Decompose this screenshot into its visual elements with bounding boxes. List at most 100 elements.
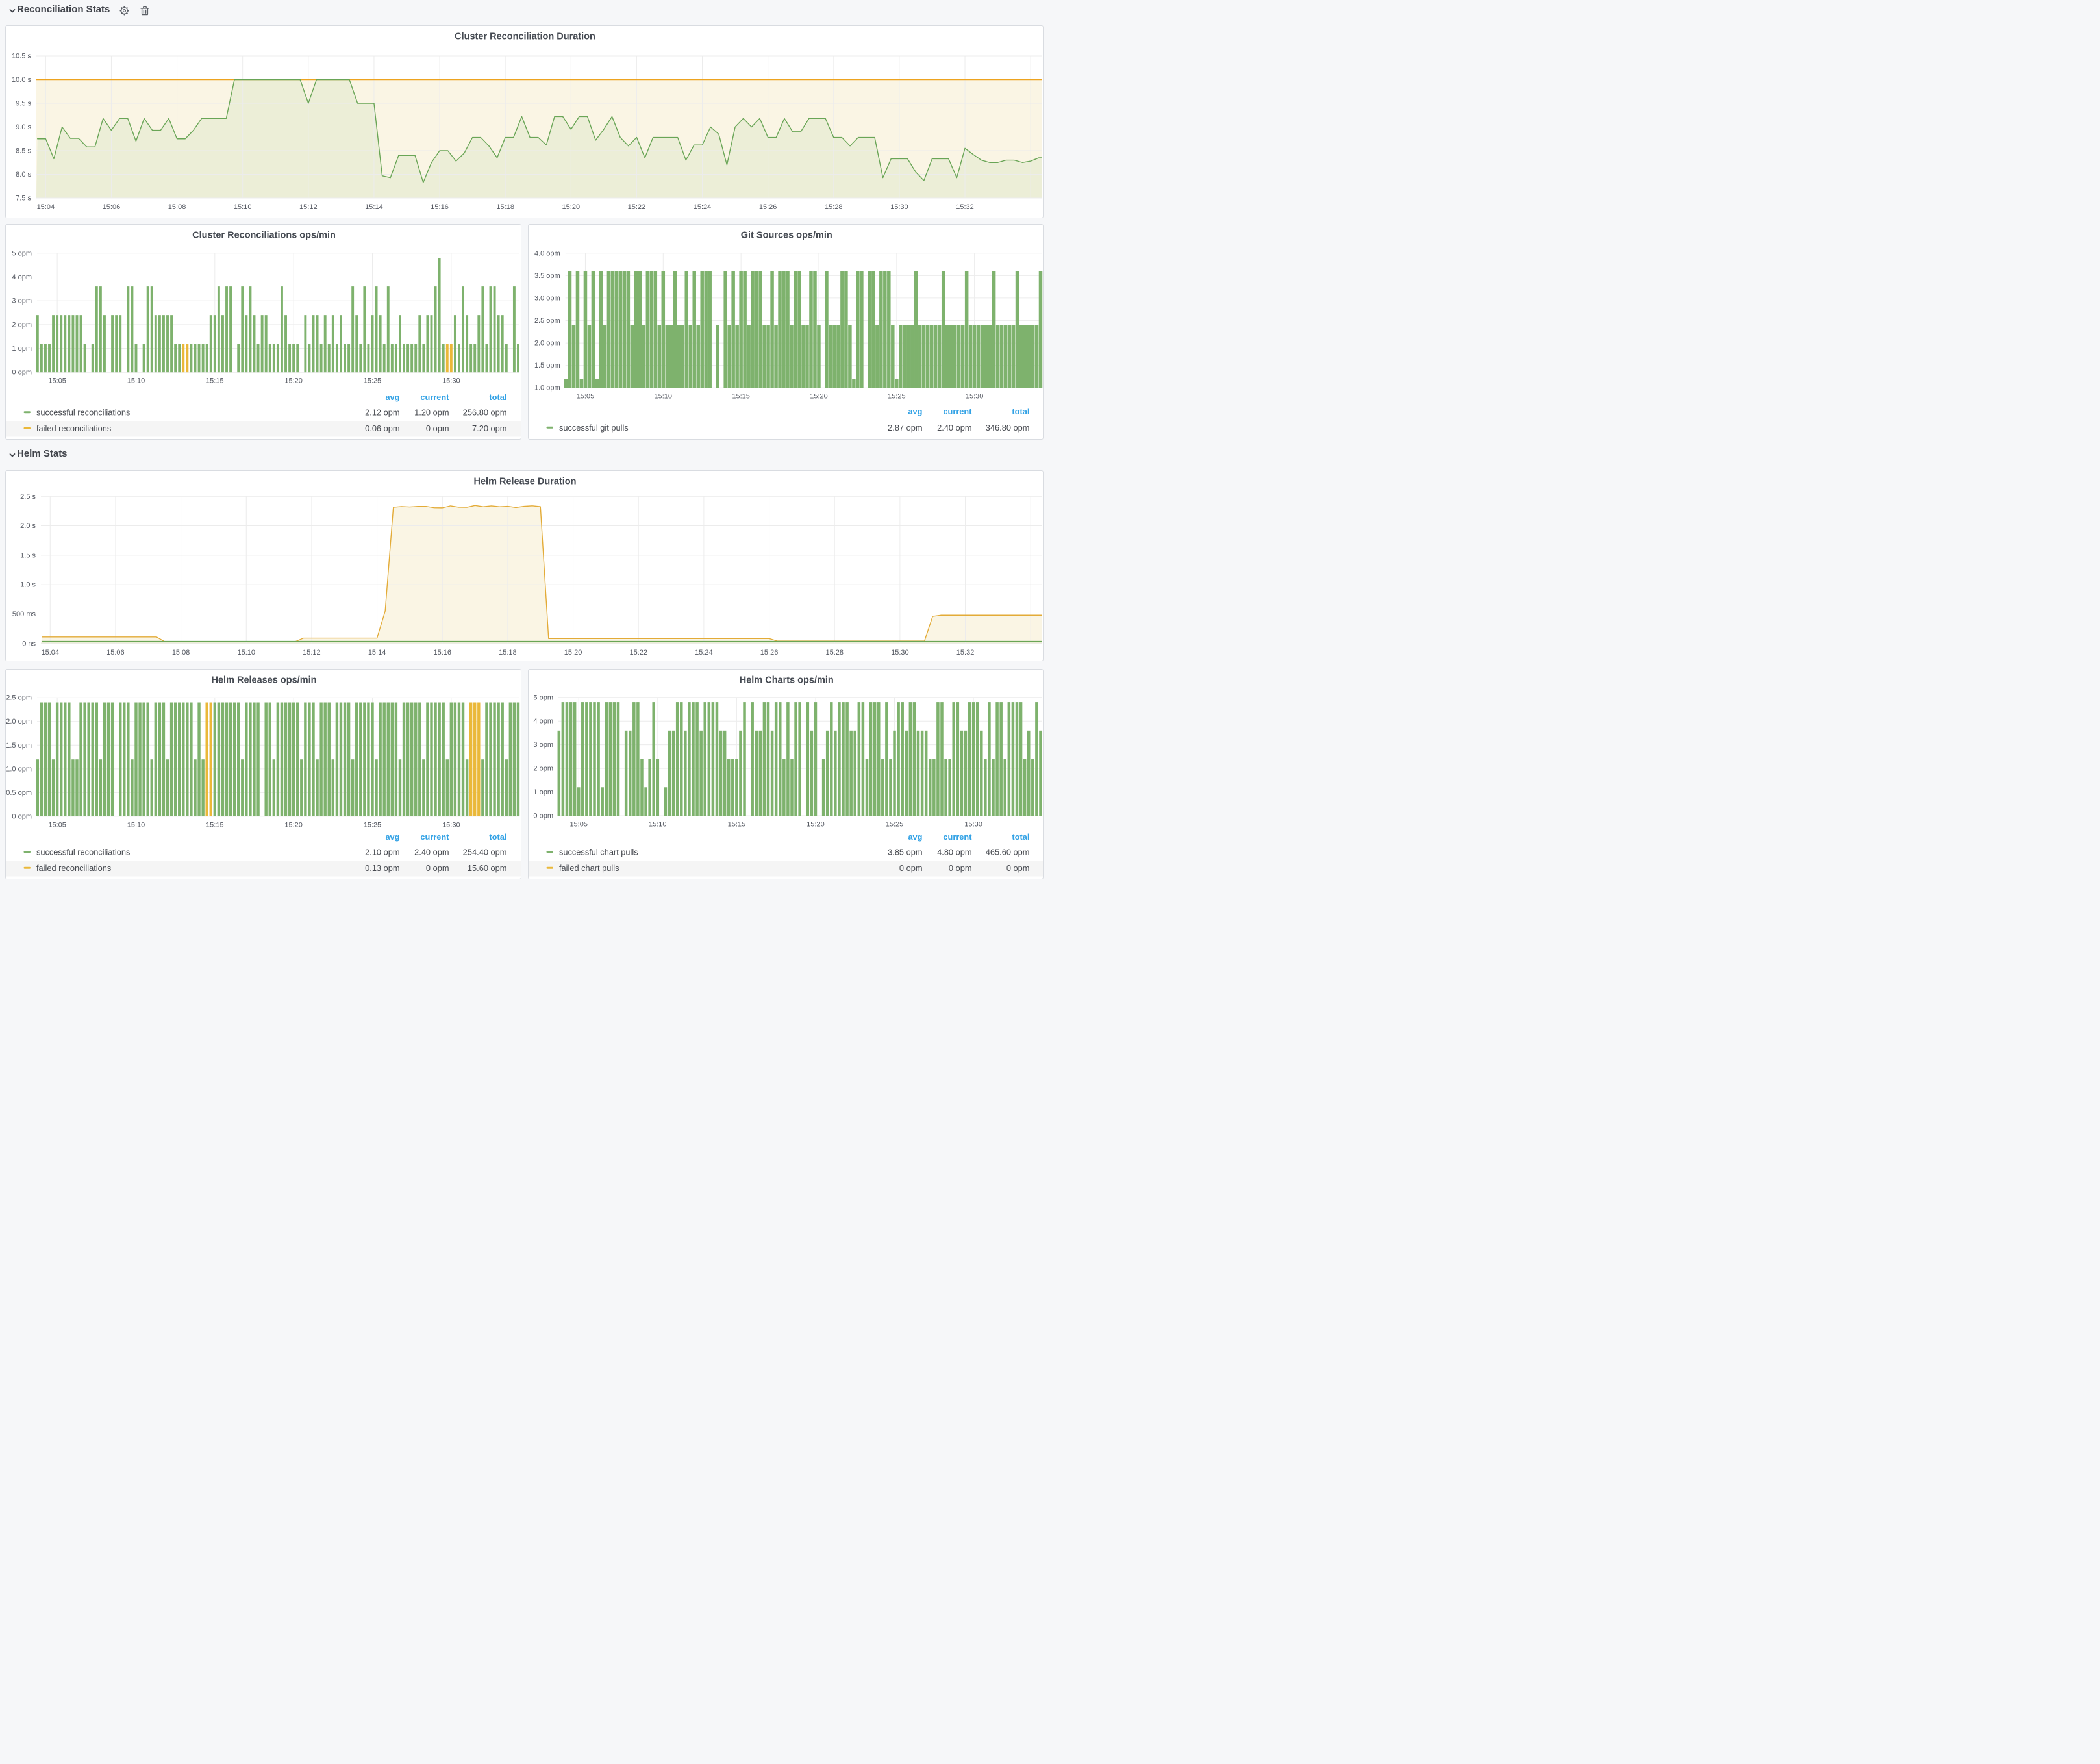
svg-text:2.87 opm: 2.87 opm — [888, 423, 922, 433]
svg-text:2.5 opm: 2.5 opm — [6, 694, 32, 702]
svg-text:15:05: 15:05 — [576, 393, 594, 401]
svg-text:15:25: 15:25 — [364, 821, 382, 829]
svg-text:5 opm: 5 opm — [12, 249, 32, 257]
svg-text:15:25: 15:25 — [888, 393, 906, 401]
svg-text:9.5 s: 9.5 s — [16, 100, 31, 108]
svg-text:15:14: 15:14 — [365, 203, 383, 211]
svg-text:500 ms: 500 ms — [12, 611, 36, 618]
svg-text:15:22: 15:22 — [628, 203, 646, 211]
svg-text:successful git pulls: successful git pulls — [559, 423, 629, 433]
svg-text:15:20: 15:20 — [284, 377, 303, 385]
svg-text:15:10: 15:10 — [234, 203, 252, 211]
svg-text:Helm Charts ops/min: Helm Charts ops/min — [739, 675, 833, 686]
svg-text:15:30: 15:30 — [891, 649, 909, 657]
svg-text:15:04: 15:04 — [37, 203, 55, 211]
svg-text:Cluster Reconciliation Duratio: Cluster Reconciliation Duration — [455, 32, 595, 42]
svg-text:15:24: 15:24 — [694, 203, 712, 211]
svg-text:15:30: 15:30 — [890, 203, 908, 211]
svg-text:1 opm: 1 opm — [533, 788, 553, 796]
svg-text:15:24: 15:24 — [695, 649, 713, 657]
svg-text:15:12: 15:12 — [299, 203, 318, 211]
svg-text:2.40 opm: 2.40 opm — [937, 423, 971, 433]
svg-text:5 opm: 5 opm — [533, 694, 553, 701]
svg-text:10.5 s: 10.5 s — [12, 53, 31, 60]
svg-text:2 opm: 2 opm — [12, 321, 32, 329]
svg-text:0 opm: 0 opm — [1006, 863, 1029, 873]
svg-text:3 opm: 3 opm — [12, 297, 32, 305]
svg-text:1.20 opm: 1.20 opm — [414, 408, 449, 418]
svg-text:avg: avg — [908, 407, 922, 416]
svg-text:2.0 opm: 2.0 opm — [534, 340, 560, 347]
svg-text:15:06: 15:06 — [106, 649, 125, 657]
svg-text:15:15: 15:15 — [206, 821, 224, 829]
svg-text:8.0 s: 8.0 s — [16, 171, 31, 179]
svg-text:2.40 opm: 2.40 opm — [414, 848, 449, 857]
svg-text:2.5 s: 2.5 s — [20, 493, 36, 501]
svg-text:15:06: 15:06 — [103, 203, 121, 211]
svg-text:8.5 s: 8.5 s — [16, 147, 31, 155]
svg-text:15:32: 15:32 — [956, 203, 974, 211]
svg-text:15:30: 15:30 — [442, 821, 460, 829]
svg-text:Helm Release Duration: Helm Release Duration — [474, 477, 577, 487]
svg-text:0 opm: 0 opm — [426, 423, 449, 433]
svg-text:15:05: 15:05 — [569, 821, 588, 829]
svg-text:3 opm: 3 opm — [533, 741, 553, 749]
svg-text:15:10: 15:10 — [649, 821, 667, 829]
svg-text:successful reconciliations: successful reconciliations — [36, 408, 130, 418]
svg-text:7.20 opm: 7.20 opm — [472, 423, 506, 433]
svg-text:1.0 s: 1.0 s — [20, 581, 36, 589]
svg-text:2.0 s: 2.0 s — [20, 522, 36, 530]
svg-text:15:20: 15:20 — [810, 393, 828, 401]
svg-text:15:12: 15:12 — [303, 649, 321, 657]
svg-text:15:28: 15:28 — [825, 203, 843, 211]
svg-text:avg: avg — [385, 392, 399, 402]
svg-text:4 opm: 4 opm — [12, 273, 32, 281]
svg-text:15:10: 15:10 — [654, 393, 672, 401]
svg-text:15:26: 15:26 — [760, 649, 779, 657]
svg-text:2.12 opm: 2.12 opm — [365, 408, 399, 418]
svg-text:4.80 opm: 4.80 opm — [937, 848, 971, 857]
svg-text:15:16: 15:16 — [433, 649, 451, 657]
svg-text:0 opm: 0 opm — [12, 369, 32, 377]
svg-text:15:30: 15:30 — [965, 393, 983, 401]
svg-text:15:15: 15:15 — [206, 377, 224, 385]
svg-text:1.0 opm: 1.0 opm — [6, 765, 32, 773]
svg-text:0 opm: 0 opm — [899, 863, 922, 873]
svg-text:15:20: 15:20 — [806, 821, 825, 829]
svg-text:Git Sources ops/min: Git Sources ops/min — [740, 231, 832, 241]
svg-text:15.60 opm: 15.60 opm — [468, 863, 506, 873]
svg-text:15:20: 15:20 — [564, 649, 582, 657]
svg-text:current: current — [420, 392, 449, 402]
svg-text:15:04: 15:04 — [41, 649, 59, 657]
svg-text:1.0 opm: 1.0 opm — [534, 384, 560, 392]
svg-text:1.5 s: 1.5 s — [20, 551, 36, 559]
svg-text:15:25: 15:25 — [885, 821, 903, 829]
svg-text:total: total — [489, 392, 506, 402]
svg-text:465.60 opm: 465.60 opm — [985, 848, 1029, 857]
svg-text:0 opm: 0 opm — [948, 863, 971, 873]
svg-text:0 ns: 0 ns — [22, 640, 36, 648]
svg-text:15:08: 15:08 — [172, 649, 190, 657]
svg-text:0.5 opm: 0.5 opm — [6, 789, 32, 797]
svg-text:4.0 opm: 4.0 opm — [534, 249, 560, 257]
svg-text:total: total — [1012, 832, 1029, 842]
svg-text:2 opm: 2 opm — [533, 765, 553, 773]
svg-text:15:14: 15:14 — [368, 649, 386, 657]
svg-text:0.06 opm: 0.06 opm — [365, 423, 399, 433]
svg-text:0.13 opm: 0.13 opm — [365, 863, 399, 873]
svg-text:15:26: 15:26 — [759, 203, 777, 211]
svg-text:15:05: 15:05 — [48, 377, 66, 385]
svg-text:avg: avg — [908, 832, 922, 842]
svg-text:total: total — [489, 832, 506, 842]
svg-text:254.40 opm: 254.40 opm — [463, 848, 507, 857]
svg-text:15:18: 15:18 — [496, 203, 514, 211]
svg-text:2.0 opm: 2.0 opm — [6, 718, 32, 725]
svg-text:15:28: 15:28 — [825, 649, 844, 657]
svg-text:avg: avg — [385, 832, 399, 842]
svg-text:failed chart pulls: failed chart pulls — [559, 863, 619, 873]
svg-text:current: current — [943, 832, 972, 842]
svg-text:3.85 opm: 3.85 opm — [888, 848, 922, 857]
svg-text:9.0 s: 9.0 s — [16, 123, 31, 131]
svg-text:0 opm: 0 opm — [533, 813, 553, 820]
svg-text:15:22: 15:22 — [629, 649, 647, 657]
